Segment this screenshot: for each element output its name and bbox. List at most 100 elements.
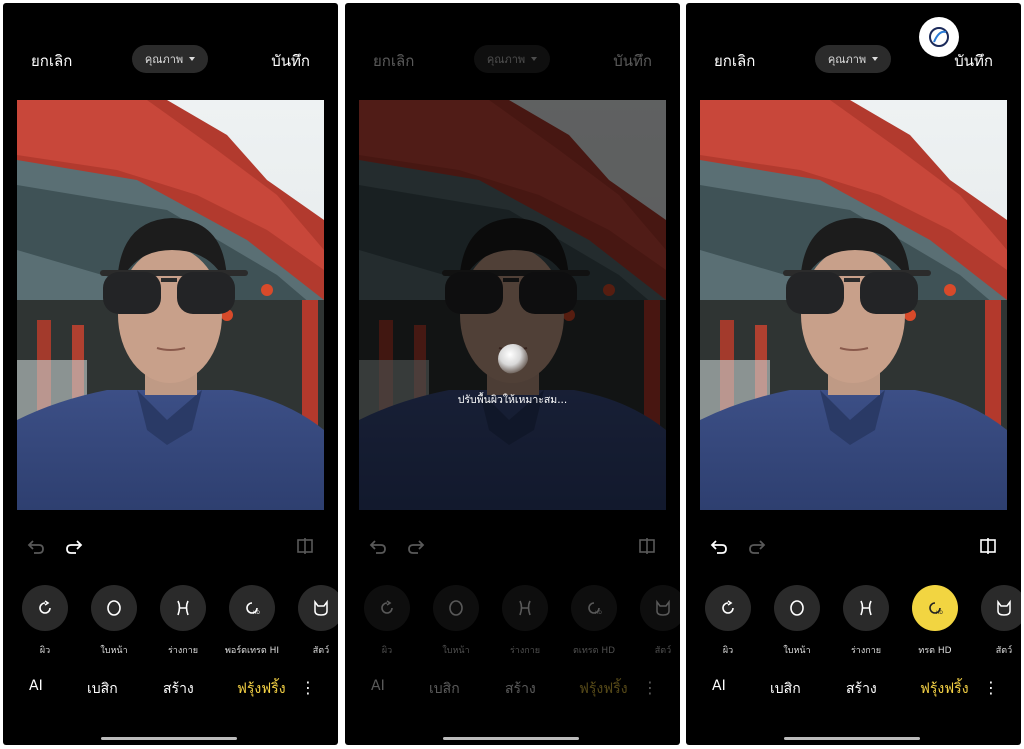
- tool-label: ร่างกาย: [850, 646, 882, 656]
- tool-pet[interactable]: สัตว์: [291, 585, 338, 657]
- tool-face[interactable]: ใบหน้า: [426, 585, 486, 657]
- save-button[interactable]: บันทึก: [271, 49, 310, 73]
- tab-create[interactable]: สร้าง: [846, 678, 877, 700]
- redo-icon[interactable]: [748, 537, 766, 555]
- category-tabs: AI เบสิก สร้าง ฟรุ้งฟริ้ง ⋮: [345, 678, 680, 702]
- tool-label: ใบหน้า: [783, 646, 811, 656]
- home-indicator: [101, 737, 237, 740]
- tool-face[interactable]: ใบหน้า: [767, 585, 827, 657]
- save-button[interactable]: บันทึก: [954, 49, 993, 73]
- tab-basic[interactable]: เบสิก: [770, 678, 801, 700]
- processing-message: ปรับพื้นผิวให้เหมาะสม...: [457, 394, 568, 406]
- tool-portrait-hd[interactable]: HD ทรต HD: [905, 585, 965, 657]
- tab-ai[interactable]: AI: [29, 678, 43, 694]
- tool-label: ใบหน้า: [100, 646, 128, 656]
- face-icon: [790, 600, 804, 616]
- tool-body[interactable]: ร่างกาย: [836, 585, 896, 657]
- tab-beauty[interactable]: ฟรุ้งฟริ้ง: [920, 678, 969, 700]
- logo-icon: [929, 27, 949, 47]
- tool-body[interactable]: ร่างกาย: [153, 585, 213, 657]
- undo-icon[interactable]: [710, 537, 728, 555]
- photo-canvas[interactable]: [700, 100, 1007, 510]
- tab-beauty[interactable]: ฟรุ้งฟริ้ง: [579, 678, 628, 700]
- category-tabs: AI เบสิก สร้าง ฟรุ้งฟริ้ง ⋮: [686, 678, 1021, 702]
- cat-icon: [997, 599, 1011, 616]
- loading-spinner-icon: [498, 344, 528, 374]
- tool-body[interactable]: ร่างกาย: [495, 585, 555, 657]
- face-icon: [449, 600, 463, 616]
- compare-icon[interactable]: [638, 537, 656, 555]
- body-icon: [177, 600, 189, 616]
- more-vertical-icon[interactable]: ⋮: [983, 678, 999, 697]
- svg-text:HD: HD: [253, 610, 260, 616]
- more-vertical-icon[interactable]: ⋮: [642, 678, 658, 697]
- tool-label: ผิว: [722, 646, 734, 656]
- tab-ai[interactable]: AI: [371, 678, 385, 694]
- undo-icon[interactable]: [27, 537, 45, 555]
- top-bar: ยกเลิก คุณภาพ บันทึก: [3, 3, 338, 103]
- tab-create[interactable]: สร้าง: [163, 678, 194, 700]
- photo-canvas[interactable]: [17, 100, 324, 510]
- tool-face[interactable]: ใบหน้า: [84, 585, 144, 657]
- portrait-hd-icon: HD: [588, 602, 602, 616]
- tool-label: ผิว: [381, 646, 393, 656]
- tool-skin[interactable]: ผิว: [357, 585, 417, 657]
- tab-basic[interactable]: เบสิก: [87, 678, 118, 700]
- cancel-button[interactable]: ยกเลิก: [714, 49, 755, 73]
- tool-skin[interactable]: ผิว: [15, 585, 75, 657]
- chevron-down-icon: [872, 57, 879, 61]
- watermark-logo: [919, 17, 959, 57]
- face-icon: [107, 600, 121, 616]
- tool-skin[interactable]: ผิว: [698, 585, 758, 657]
- tab-ai[interactable]: AI: [712, 678, 726, 694]
- processing-overlay: [359, 100, 666, 510]
- body-icon: [519, 600, 531, 616]
- editor-panel-after: ยกเลิก คุณภาพ บันทึก ผิว ใบหน้า ร่างกาย: [686, 3, 1021, 745]
- selfie-photo: [17, 100, 324, 510]
- tab-basic[interactable]: เบสิก: [429, 678, 460, 700]
- undo-icon[interactable]: [369, 537, 387, 555]
- top-bar: ยกเลิก คุณภาพ บันทึก: [345, 3, 680, 103]
- quality-label: คุณภาพ: [486, 53, 526, 66]
- quality-dropdown[interactable]: คุณภาพ: [474, 45, 550, 73]
- tool-label: พอร์ตเทรต HI: [225, 646, 279, 656]
- compare-icon[interactable]: [979, 537, 997, 555]
- cancel-button[interactable]: ยกเลิก: [373, 49, 414, 73]
- tool-label: สัตว์: [312, 646, 330, 656]
- more-vertical-icon[interactable]: ⋮: [300, 678, 316, 697]
- editor-panel-processing: ยกเลิก คุณภาพ บันทึก ปรับพื้นผิวให้เหมาะ…: [345, 3, 680, 745]
- tool-strip: ผิว ใบหน้า ร่างกาย HD ตเทรต HD สัตว์: [345, 585, 680, 661]
- category-tabs: AI เบสิก สร้าง ฟรุ้งฟริ้ง ⋮: [3, 678, 338, 702]
- tool-label: ตเทรต HD: [572, 646, 616, 656]
- selfie-photo: [700, 100, 1007, 510]
- quality-dropdown[interactable]: คุณภาพ: [815, 45, 891, 73]
- skin-icon: [39, 600, 51, 614]
- cat-icon: [314, 599, 328, 616]
- chevron-down-icon: [531, 57, 538, 61]
- tool-pet[interactable]: สัตว์: [633, 585, 680, 657]
- quality-dropdown[interactable]: คุณภาพ: [132, 45, 208, 73]
- tab-beauty[interactable]: ฟรุ้งฟริ้ง: [237, 678, 286, 700]
- tab-create[interactable]: สร้าง: [505, 678, 536, 700]
- compare-icon[interactable]: [296, 537, 314, 555]
- tool-label: ร่างกาย: [509, 646, 541, 656]
- top-bar: ยกเลิก คุณภาพ บันทึก: [686, 3, 1021, 103]
- tool-pet[interactable]: สัตว์: [974, 585, 1021, 657]
- history-toolbar: [345, 537, 680, 561]
- cat-icon: [656, 599, 670, 616]
- tool-portrait-hd[interactable]: HD พอร์ตเทรต HI: [222, 585, 282, 657]
- home-indicator: [443, 737, 579, 740]
- redo-icon[interactable]: [407, 537, 425, 555]
- save-button[interactable]: บันทึก: [613, 49, 652, 73]
- redo-icon[interactable]: [65, 537, 83, 555]
- skin-icon: [381, 600, 393, 614]
- tool-portrait-hd[interactable]: HD ตเทรต HD: [564, 585, 624, 657]
- tool-strip: ผิว ใบหน้า ร่างกาย HD ทรต HD สัตว์: [686, 585, 1021, 661]
- editor-panel-before: ยกเลิก คุณภาพ บันทึก ผิว ใบหน้า ร่างกาย …: [3, 3, 338, 745]
- history-toolbar: [686, 537, 1021, 561]
- tool-strip: ผิว ใบหน้า ร่างกาย HD พอร์ตเทรต HI สัตว์: [3, 585, 338, 661]
- portrait-hd-icon: HD: [929, 602, 943, 616]
- cancel-button[interactable]: ยกเลิก: [31, 49, 72, 73]
- tool-label: ผิว: [39, 646, 51, 656]
- quality-label: คุณภาพ: [144, 53, 184, 66]
